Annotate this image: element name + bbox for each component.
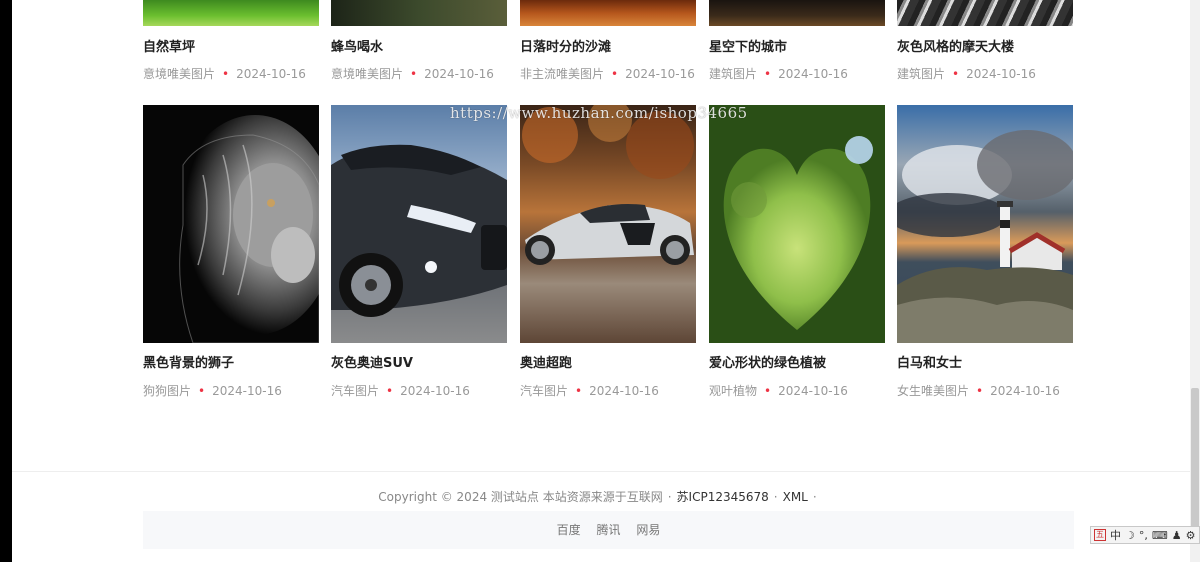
friend-link-tencent[interactable]: 腾讯 (596, 523, 620, 537)
card-title[interactable]: 灰色奥迪SUV (331, 352, 413, 371)
thumb-heart-plants[interactable] (709, 105, 885, 343)
lighthouse-image (897, 130, 1073, 343)
friend-link-netease[interactable]: 网易 (636, 523, 660, 537)
meta-dot: • (198, 384, 206, 398)
thumb-audi-suv[interactable] (331, 105, 507, 343)
card-meta: 观叶植物 • 2024-10-16 (709, 382, 848, 399)
card-date: 2024-10-16 (990, 384, 1060, 398)
thumb-audi-supercar[interactable] (520, 105, 696, 343)
thumb-lion[interactable] (143, 105, 319, 343)
meta-dot: • (976, 384, 984, 398)
footer-sep: · (812, 490, 817, 504)
card-title[interactable]: 星空下的城市 (709, 36, 787, 55)
card-meta: 非主流唯美图片 • 2024-10-16 (520, 65, 695, 82)
thumb-sunset-beach[interactable] (520, 0, 696, 26)
card-meta: 建筑图片 • 2024-10-16 (897, 65, 1036, 82)
meta-dot: • (764, 67, 772, 81)
card-date: 2024-10-16 (778, 67, 848, 81)
ime-mode-label[interactable]: 中 (1110, 527, 1121, 543)
card-date: 2024-10-16 (966, 67, 1036, 81)
meta-dot: • (386, 384, 394, 398)
card-grass[interactable]: 自然草坪 意境唯美图片 • 2024-10-16 (143, 0, 319, 81)
scrollbar-thumb[interactable] (1191, 388, 1199, 528)
card-date: 2024-10-16 (625, 67, 695, 81)
thumb-lighthouse[interactable] (897, 105, 1073, 343)
meta-dot: • (611, 67, 619, 81)
card-title[interactable]: 蜂鸟喝水 (331, 36, 383, 55)
thumb-hummingbird[interactable] (331, 0, 507, 26)
thumb-city-stars[interactable] (709, 0, 885, 26)
card-lion[interactable]: 黑色背景的狮子 狗狗图片 • 2024-10-16 (143, 105, 319, 398)
footer-sep: · (667, 490, 672, 504)
card-meta: 建筑图片 • 2024-10-16 (709, 65, 848, 82)
copyright-text: Copyright © 2024 测试站点 本站资源来源于互联网 (378, 490, 663, 504)
card-lighthouse[interactable]: 白马和女士 女生唯美图片 • 2024-10-16 (897, 105, 1073, 398)
card-meta: 意境唯美图片 • 2024-10-16 (143, 65, 306, 82)
page-scrollbar[interactable] (1190, 0, 1200, 562)
moon-icon[interactable]: ☽ (1125, 529, 1135, 542)
card-title[interactable]: 日落时分的沙滩 (520, 36, 611, 55)
card-city-stars[interactable]: 星空下的城市 建筑图片 • 2024-10-16 (709, 0, 885, 81)
card-meta: 意境唯美图片 • 2024-10-16 (331, 65, 494, 82)
supercar-image (522, 105, 694, 265)
footer-sep: · (773, 490, 778, 504)
card-skyscraper[interactable]: 灰色风格的摩天大楼 建筑图片 • 2024-10-16 (897, 0, 1073, 81)
keyboard-icon[interactable]: ⌨ (1152, 529, 1168, 542)
card-meta: 狗狗图片 • 2024-10-16 (143, 382, 282, 399)
card-date: 2024-10-16 (589, 384, 659, 398)
footer-divider (12, 471, 1190, 472)
user-icon[interactable]: ♟ (1172, 529, 1182, 542)
card-audi-supercar[interactable]: 奥迪超跑 汽车图片 • 2024-10-16 (520, 105, 696, 398)
meta-dot: • (410, 67, 418, 81)
card-category[interactable]: 狗狗图片 (143, 384, 191, 398)
card-category[interactable]: 非主流唯美图片 (520, 67, 604, 81)
meta-dot: • (764, 384, 772, 398)
card-category[interactable]: 意境唯美图片 (143, 67, 215, 81)
card-date: 2024-10-16 (424, 67, 494, 81)
thumb-skyscraper[interactable] (897, 0, 1073, 26)
card-category[interactable]: 女生唯美图片 (897, 384, 969, 398)
card-category[interactable]: 意境唯美图片 (331, 67, 403, 81)
card-date: 2024-10-16 (400, 384, 470, 398)
left-edge-bar (0, 0, 12, 562)
card-category[interactable]: 汽车图片 (331, 384, 379, 398)
meta-dot: • (952, 67, 960, 81)
meta-dot: • (575, 384, 583, 398)
card-meta: 女生唯美图片 • 2024-10-16 (897, 382, 1060, 399)
card-category[interactable]: 建筑图片 (709, 67, 757, 81)
wrench-icon[interactable]: ⚙ (1186, 529, 1196, 542)
xml-link[interactable]: XML (783, 490, 808, 504)
card-title[interactable]: 灰色风格的摩天大楼 (897, 36, 1014, 55)
meta-dot: • (222, 67, 230, 81)
lion-image (173, 115, 319, 343)
friend-link-baidu[interactable]: 百度 (557, 523, 581, 537)
card-title[interactable]: 爱心形状的绿色植被 (709, 352, 826, 371)
card-meta: 汽车图片 • 2024-10-16 (520, 382, 659, 399)
thumb-grass[interactable] (143, 0, 319, 26)
ime-toolbar[interactable]: 五 中 ☽ °, ⌨ ♟ ⚙ (1090, 526, 1200, 544)
card-title[interactable]: 自然草坪 (143, 36, 195, 55)
icp-link[interactable]: 苏ICP12345678 (677, 490, 769, 504)
card-category[interactable]: 观叶植物 (709, 384, 757, 398)
card-sunset-beach[interactable]: 日落时分的沙滩 非主流唯美图片 • 2024-10-16 (520, 0, 696, 81)
punctuation-icon[interactable]: °, (1139, 529, 1148, 542)
footer-copyright: Copyright © 2024 测试站点 本站资源来源于互联网 · 苏ICP123… (0, 488, 1200, 505)
card-date: 2024-10-16 (212, 384, 282, 398)
card-hummingbird[interactable]: 蜂鸟喝水 意境唯美图片 • 2024-10-16 (331, 0, 507, 81)
card-date: 2024-10-16 (236, 67, 306, 81)
friend-links: 百度 腾讯 网易 (143, 511, 1074, 549)
card-meta: 汽车图片 • 2024-10-16 (331, 382, 470, 399)
card-title[interactable]: 黑色背景的狮子 (143, 352, 234, 371)
card-date: 2024-10-16 (778, 384, 848, 398)
card-category[interactable]: 建筑图片 (897, 67, 945, 81)
card-heart-plants[interactable]: 爱心形状的绿色植被 观叶植物 • 2024-10-16 (709, 105, 885, 398)
ime-logo-icon[interactable]: 五 (1094, 529, 1106, 541)
card-title[interactable]: 奥迪超跑 (520, 352, 572, 371)
card-audi-suv[interactable]: 灰色奥迪SUV 汽车图片 • 2024-10-16 (331, 105, 507, 398)
card-category[interactable]: 汽车图片 (520, 384, 568, 398)
suv-image (331, 144, 507, 317)
card-title[interactable]: 白马和女士 (897, 352, 962, 371)
heart-plants-image (709, 105, 885, 343)
